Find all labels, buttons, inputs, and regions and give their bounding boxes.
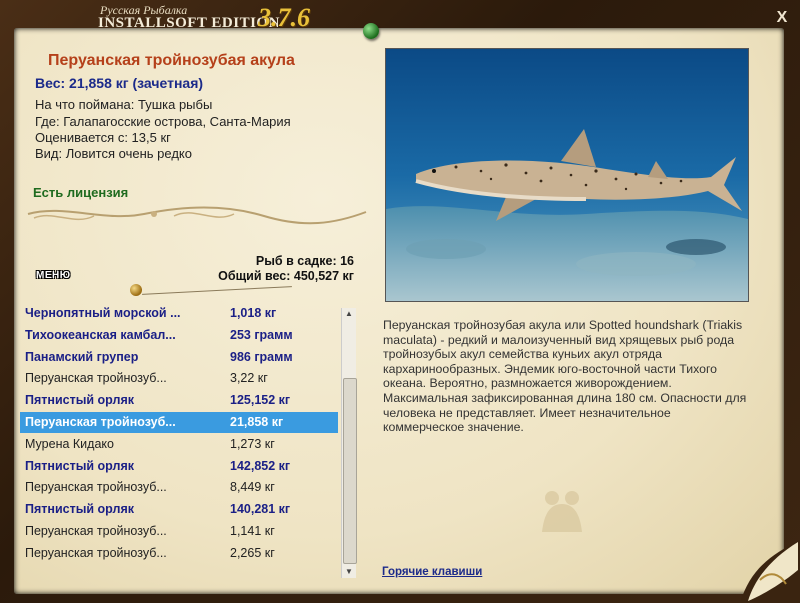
catch-list-row[interactable]: Перуанская тройнозуб... 2,265 кг xyxy=(20,543,338,564)
mascot-silhouette-icon xyxy=(542,491,582,532)
catch-list-row[interactable]: Перуанская тройнозуб... 8,449 кг xyxy=(20,477,338,498)
app-window: Русская Рыбалка INSTALLSOFT EDITION 3.7.… xyxy=(0,0,800,603)
catch-list-row[interactable]: Перуанская тройнозуб... 21,858 кг xyxy=(20,412,338,433)
catch-fish-weight: 8,449 кг xyxy=(230,480,275,495)
rarity-line: Вид: Ловится очень редко xyxy=(35,146,192,161)
catch-list-row[interactable]: Перуанская тройнозуб... 1,141 кг xyxy=(20,521,338,542)
catch-fish-name: Тихоокеанская камбал... xyxy=(25,327,176,342)
catch-list-row[interactable]: Чернопятный морской ... 1,018 кг xyxy=(20,303,338,324)
ornament-divider xyxy=(27,206,367,225)
page-curl xyxy=(740,540,800,603)
catch-list-row[interactable]: Перуанская тройнозуб... 3,22 кг xyxy=(20,368,338,389)
catch-fish-weight: 986 грамм xyxy=(230,349,293,364)
green-pin-icon xyxy=(363,23,379,39)
catch-fish-name: Мурена Кидако xyxy=(25,436,114,451)
catch-fish-name: Панамский групер xyxy=(25,349,139,364)
fish-photo xyxy=(385,48,749,302)
catch-fish-name: Перуанская тройнозуб... xyxy=(25,545,167,560)
catch-fish-weight: 3,22 кг xyxy=(230,371,268,386)
list-scrollbar[interactable]: ▲ ▼ xyxy=(341,308,357,578)
rated-from-line: Оценивается с: 13,5 кг xyxy=(35,130,171,145)
catch-list-row[interactable]: Мурена Кидако 1,273 кг xyxy=(20,434,338,455)
catch-fish-name: Перуанская тройнозуб... xyxy=(25,524,167,538)
menu-button[interactable]: МЕНЮ xyxy=(36,270,71,281)
total-weight: Общий вес: 450,527 кг xyxy=(218,269,354,283)
catch-fish-weight: 2,265 кг xyxy=(230,545,275,560)
catch-fish-weight: 125,152 кг xyxy=(230,393,291,408)
fish-in-cage: Рыб в садке: 16 xyxy=(255,254,354,268)
close-icon[interactable]: X xyxy=(772,8,792,28)
catch-fish-weight: 21,858 кг xyxy=(230,415,284,429)
catch-fish-name: Пятнистый орляк xyxy=(25,502,134,517)
hotkeys-link[interactable]: Горячие клавиши xyxy=(382,566,482,578)
fish-weight: Вес: 21,858 кг (зачетная) xyxy=(35,75,204,91)
catch-fish-name: Перуанская тройнозуб... xyxy=(25,480,167,495)
catch-list-row[interactable]: Пятнистый орляк 142,852 кг xyxy=(20,456,338,477)
catch-list-row[interactable]: Тихоокеанская камбал... 253 грамм xyxy=(20,325,338,346)
catch-fish-weight: 1,141 кг xyxy=(230,524,275,538)
catch-list-row[interactable]: Пятнистый орляк 140,281 кг xyxy=(20,499,338,520)
catch-fish-name: Пятнистый орляк xyxy=(25,458,134,473)
caught-on-line: На что поймана: Тушка рыбы xyxy=(35,97,213,112)
catch-fish-name: Перуанская тройнозуб... xyxy=(25,371,167,386)
catch-fish-weight: 253 грамм xyxy=(230,327,293,342)
catch-fish-weight: 140,281 кг xyxy=(230,502,291,517)
scroll-down-arrow-icon[interactable]: ▼ xyxy=(342,566,356,578)
catch-fish-weight: 1,018 кг xyxy=(230,306,277,320)
catch-stats: Рыб в садке: 16 Общий вес: 450,527 кг xyxy=(218,254,354,284)
catch-fish-name: Перуанская тройнозуб... xyxy=(25,415,176,429)
catch-fish-name: Пятнистый орляк xyxy=(25,393,134,408)
scroll-up-arrow-icon[interactable]: ▲ xyxy=(342,308,356,320)
scroll-thumb[interactable] xyxy=(343,378,357,564)
location-line: Где: Галапагосские острова, Санта-Мария xyxy=(35,114,291,129)
catch-fish-weight: 142,852 кг xyxy=(230,458,291,473)
fish-description: Перуанская тройнозубая акула или Spotted… xyxy=(383,318,747,435)
catch-fish-name: Чернопятный морской ... xyxy=(25,306,181,320)
catch-list-row[interactable]: Пятнистый орляк 125,152 кг xyxy=(20,390,338,411)
fish-name-title: Перуанская тройнозубая акула xyxy=(48,52,295,69)
catch-fish-weight: 1,273 кг xyxy=(230,436,275,451)
catch-list-row[interactable]: Панамский групер 986 грамм xyxy=(20,347,338,368)
catch-list[interactable]: Чернопятный морской ... 1,018 кг Тихоокеан… xyxy=(16,300,357,582)
shark-image xyxy=(386,49,748,301)
gold-pin-icon xyxy=(130,284,142,296)
